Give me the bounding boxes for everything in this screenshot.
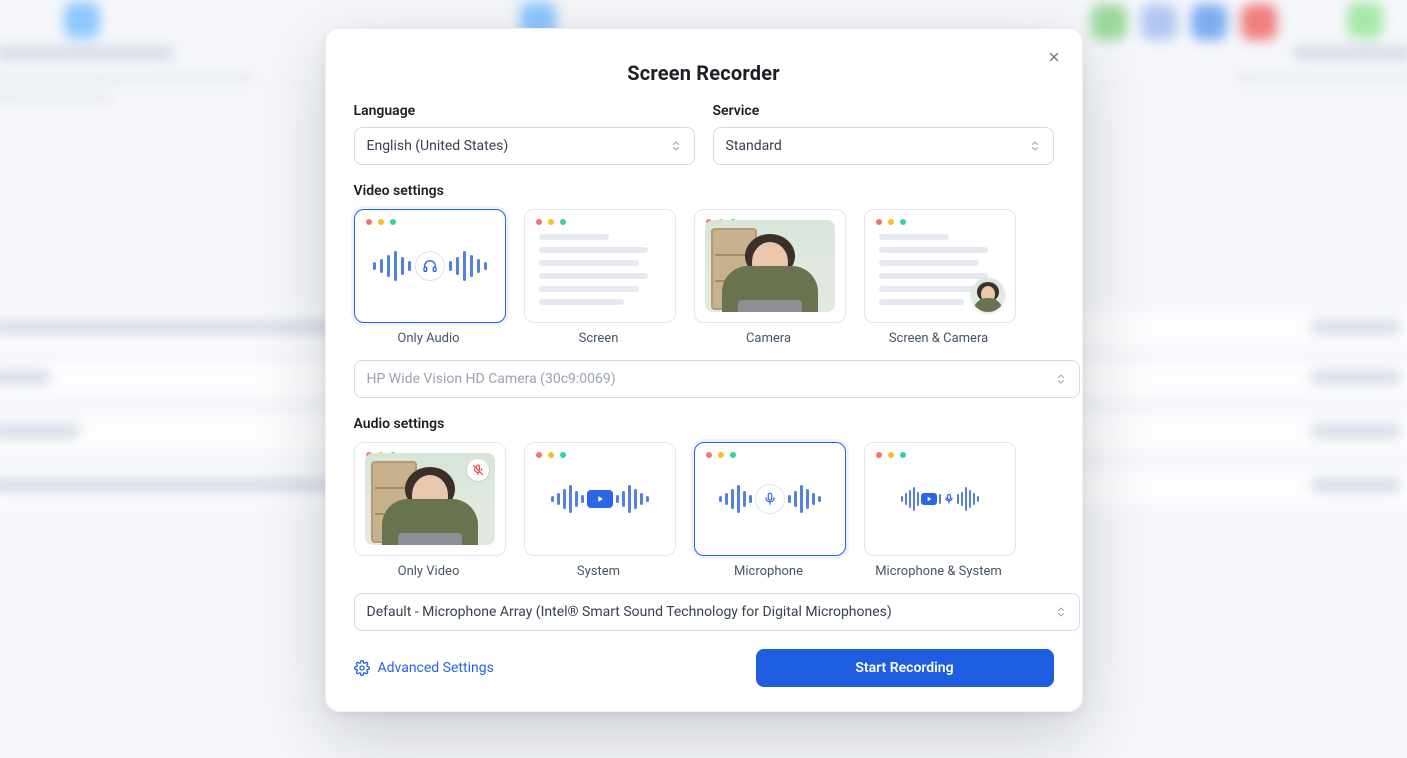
service-field: Service Standard xyxy=(713,103,1054,165)
tile-mic-and-system[interactable]: Microphone & System xyxy=(864,442,1014,579)
service-value: Standard xyxy=(726,138,782,154)
camera-device-select[interactable]: HP Wide Vision HD Camera (30c9:0069) xyxy=(354,360,1080,398)
tile-thumb xyxy=(524,442,676,556)
chevrons-updown-icon xyxy=(1055,605,1067,619)
tile-thumb xyxy=(864,209,1016,323)
microphone-device-value: Default - Microphone Array (Intel® Smart… xyxy=(367,604,892,620)
start-recording-button[interactable]: Start Recording xyxy=(756,649,1054,687)
microphone-icon xyxy=(755,484,785,514)
tile-caption: System xyxy=(524,564,674,579)
audio-settings-tiles: Only Video System xyxy=(354,442,1054,579)
tile-thumb xyxy=(524,209,676,323)
tile-caption: Only Video xyxy=(354,564,504,579)
tile-caption: Camera xyxy=(694,331,844,346)
service-label: Service xyxy=(713,103,1054,119)
camera-device-value: HP Wide Vision HD Camera (30c9:0069) xyxy=(367,371,616,387)
screen-recorder-modal: Screen Recorder Language English (United… xyxy=(325,28,1083,712)
language-value: English (United States) xyxy=(367,138,509,154)
tile-microphone[interactable]: Microphone xyxy=(694,442,844,579)
video-settings-tiles: Only Audio Screen xyxy=(354,209,1054,346)
advanced-settings-link[interactable]: Advanced Settings xyxy=(354,660,494,676)
camera-pip xyxy=(971,278,1005,312)
tile-only-video[interactable]: Only Video xyxy=(354,442,504,579)
tile-thumb xyxy=(354,209,506,323)
chevrons-updown-icon xyxy=(1029,139,1041,153)
chevrons-updown-icon xyxy=(670,139,682,153)
microphone-device-select[interactable]: Default - Microphone Array (Intel® Smart… xyxy=(354,593,1080,631)
tile-caption: Screen xyxy=(524,331,674,346)
tile-thumb xyxy=(694,209,846,323)
modal-title: Screen Recorder xyxy=(354,61,1054,85)
audio-settings-label: Audio settings xyxy=(354,416,1054,432)
microphone-icon xyxy=(943,492,955,506)
tile-system-audio[interactable]: System xyxy=(524,442,674,579)
tile-camera[interactable]: Camera xyxy=(694,209,844,346)
gear-icon xyxy=(354,660,370,676)
display-icon xyxy=(921,493,937,505)
close-icon xyxy=(1047,50,1061,64)
tile-screen-camera[interactable]: Screen & Camera xyxy=(864,209,1014,346)
headphones-icon xyxy=(415,251,445,281)
service-select[interactable]: Standard xyxy=(713,127,1054,165)
tile-caption: Only Audio xyxy=(354,331,504,346)
mic-muted-icon xyxy=(467,459,489,481)
close-button[interactable] xyxy=(1040,43,1068,71)
tile-only-audio[interactable]: Only Audio xyxy=(354,209,504,346)
tile-caption: Microphone xyxy=(694,564,844,579)
tile-thumb xyxy=(354,442,506,556)
chevrons-updown-icon xyxy=(1055,372,1067,386)
tile-thumb xyxy=(864,442,1016,556)
tile-caption: Screen & Camera xyxy=(864,331,1014,346)
language-field: Language English (United States) xyxy=(354,103,695,165)
display-play-icon xyxy=(587,490,613,508)
video-settings-label: Video settings xyxy=(354,183,1054,199)
tile-thumb xyxy=(694,442,846,556)
modal-overlay: Screen Recorder Language English (United… xyxy=(0,0,1407,758)
advanced-settings-label: Advanced Settings xyxy=(378,660,494,676)
tile-caption: Microphone & System xyxy=(864,564,1014,579)
camera-preview xyxy=(705,220,835,312)
tile-screen[interactable]: Screen xyxy=(524,209,674,346)
language-select[interactable]: English (United States) xyxy=(354,127,695,165)
language-label: Language xyxy=(354,103,695,119)
start-recording-label: Start Recording xyxy=(855,660,953,676)
